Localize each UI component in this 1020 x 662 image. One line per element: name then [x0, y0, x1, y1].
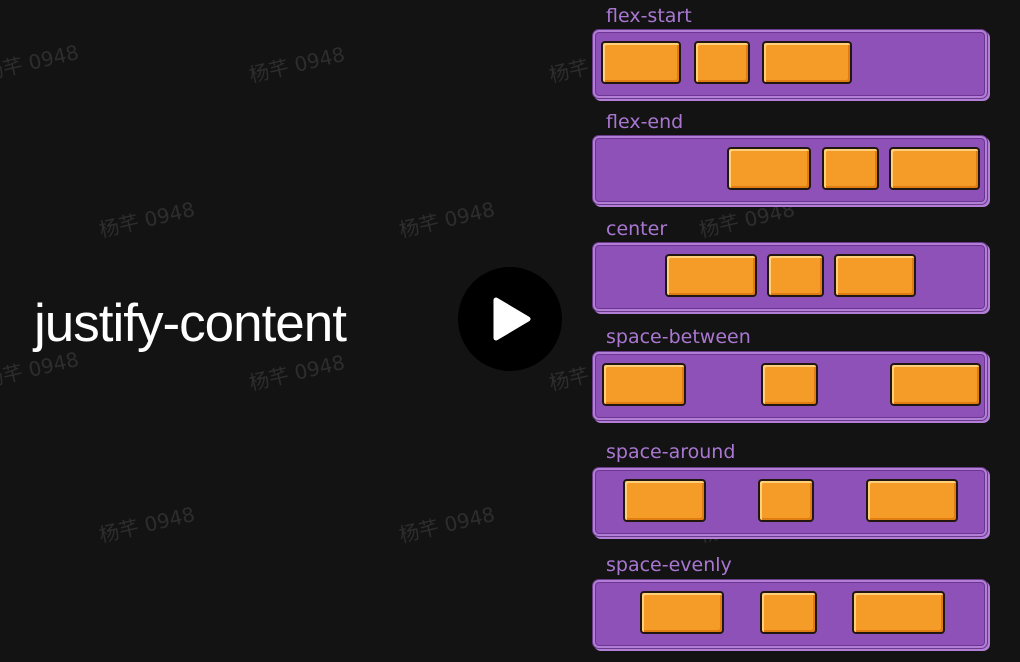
justify-content-diagram: flex-start flex-end center space-between… — [596, 0, 986, 662]
row-label-space-between: space-between — [606, 326, 751, 348]
row-label-flex-end: flex-end — [606, 111, 684, 133]
flex-item — [760, 591, 817, 634]
play-button[interactable] — [458, 267, 562, 371]
row-label-center: center — [606, 218, 668, 240]
flex-item — [761, 363, 818, 406]
watermark: 杨芊 0948 — [246, 350, 348, 396]
row-label-space-evenly: space-evenly — [606, 554, 732, 576]
row-label-space-around: space-around — [606, 441, 736, 463]
watermark: 杨芊 0948 — [96, 197, 198, 243]
flex-container-center — [596, 246, 984, 308]
flex-container-space-between — [596, 355, 984, 417]
flex-container-flex-end — [596, 139, 984, 201]
flex-item — [866, 479, 958, 522]
flex-item — [767, 254, 824, 297]
flex-container-space-evenly — [596, 583, 984, 645]
flex-item — [727, 147, 811, 190]
flex-item — [822, 147, 879, 190]
flex-item — [694, 41, 750, 84]
flex-container-space-around — [596, 471, 984, 533]
row-label-flex-start: flex-start — [606, 5, 692, 27]
flex-item — [623, 479, 706, 522]
watermark: 杨芊 0948 — [396, 197, 498, 243]
play-icon — [493, 297, 531, 341]
flex-item — [602, 363, 686, 406]
flex-item — [762, 41, 852, 84]
page-title: justify-content — [34, 294, 347, 353]
flex-item — [640, 591, 724, 634]
flex-item — [834, 254, 916, 297]
flex-container-flex-start — [596, 33, 984, 95]
watermark: 杨芊 0948 — [0, 40, 82, 86]
flex-item — [601, 41, 681, 84]
flex-item — [758, 479, 814, 522]
watermark: 杨芊 0948 — [246, 42, 348, 88]
flex-item — [852, 591, 945, 634]
flex-item — [890, 363, 981, 406]
watermark: 杨芊 0948 — [396, 502, 498, 548]
flex-item — [889, 147, 980, 190]
flex-item — [665, 254, 757, 297]
watermark: 杨芊 0948 — [96, 502, 198, 548]
